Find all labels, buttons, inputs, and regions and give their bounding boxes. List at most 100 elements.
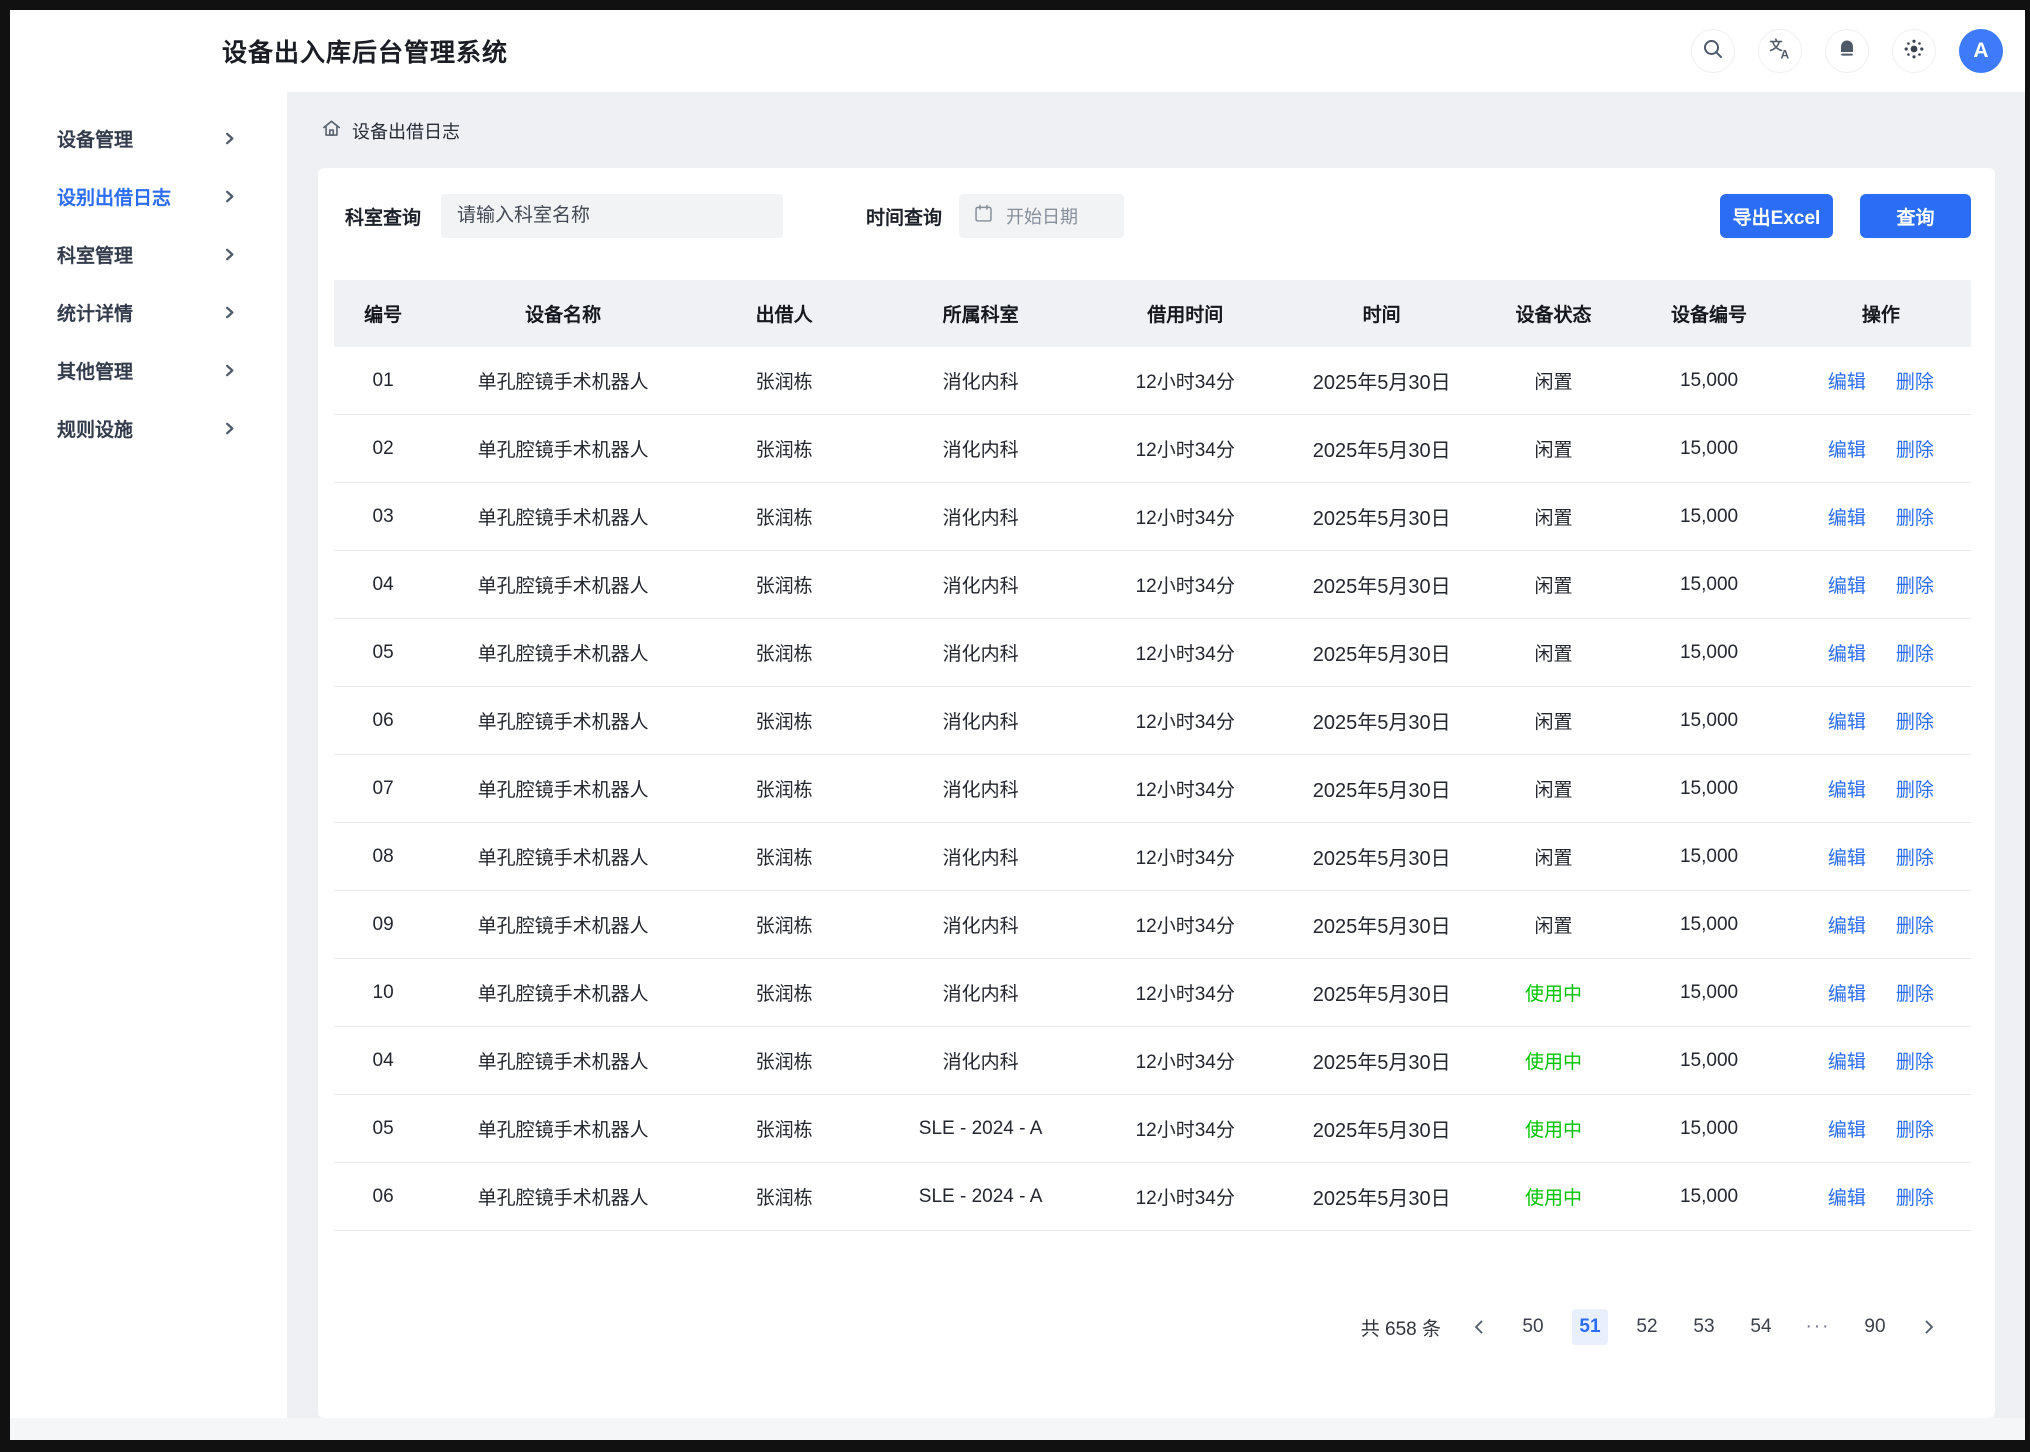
cell-actions: 编辑 删除 <box>1791 571 1971 598</box>
app-title: 设备出入库后台管理系统 <box>222 33 508 69</box>
edit-link[interactable]: 编辑 <box>1828 775 1866 802</box>
table-row: 06 单孔腔镜手术机器人 张润栋 SLE - 2024 - A 12小时34分 … <box>334 1163 1971 1231</box>
filter-row: 科室查询 时间查询 开始日期 <box>345 194 1971 238</box>
notifications-button[interactable] <box>1825 29 1869 73</box>
cell-department: 消化内科 <box>874 775 1087 802</box>
query-button[interactable]: 查询 <box>1860 194 1971 238</box>
cell-device-code: 15,000 <box>1627 506 1791 528</box>
cell-borrower: 张润栋 <box>694 503 874 530</box>
sidebar-item-4[interactable]: 其他管理 <box>10 348 287 392</box>
header: 设备出入库后台管理系统 文A <box>10 10 2025 92</box>
column-header: 时间 <box>1283 300 1479 327</box>
page-button-53[interactable]: 53 <box>1686 1309 1722 1345</box>
delete-link[interactable]: 删除 <box>1896 979 1934 1006</box>
column-header: 设备名称 <box>432 300 694 327</box>
svg-text:A: A <box>1781 47 1790 61</box>
edit-link[interactable]: 编辑 <box>1828 911 1866 938</box>
cell-duration: 12小时34分 <box>1087 843 1283 870</box>
edit-link[interactable]: 编辑 <box>1828 503 1866 530</box>
page-button-52[interactable]: 52 <box>1629 1309 1665 1345</box>
cell-borrower: 张润栋 <box>694 707 874 734</box>
cell-device-code: 15,000 <box>1627 1118 1791 1140</box>
page-button-50[interactable]: 50 <box>1515 1309 1551 1345</box>
home-icon[interactable] <box>320 117 343 145</box>
edit-link[interactable]: 编辑 <box>1828 1047 1866 1074</box>
cell-department: 消化内科 <box>874 979 1087 1006</box>
sidebar-item-2[interactable]: 科室管理 <box>10 232 287 276</box>
user-avatar[interactable]: A <box>1959 29 2003 73</box>
delete-link[interactable]: 删除 <box>1896 707 1934 734</box>
edit-link[interactable]: 编辑 <box>1828 707 1866 734</box>
sidebar-item-label: 统计详情 <box>57 299 133 326</box>
column-header: 设备编号 <box>1627 300 1791 327</box>
edit-link[interactable]: 编辑 <box>1828 1183 1866 1210</box>
cell-duration: 12小时34分 <box>1087 435 1283 462</box>
delete-link[interactable]: 删除 <box>1896 1115 1934 1142</box>
cell-department: 消化内科 <box>874 639 1087 666</box>
cell-status: 闲置 <box>1480 843 1627 870</box>
delete-link[interactable]: 删除 <box>1896 775 1934 802</box>
cell-borrower: 张润栋 <box>694 911 874 938</box>
edit-link[interactable]: 编辑 <box>1828 843 1866 870</box>
sidebar-item-label: 设别出借日志 <box>57 183 171 210</box>
delete-link[interactable]: 删除 <box>1896 1183 1934 1210</box>
calendar-icon <box>973 203 994 229</box>
table-row: 06 单孔腔镜手术机器人 张润栋 消化内科 12小时34分 2025年5月30日… <box>334 687 1971 755</box>
dept-search-input[interactable] <box>441 194 783 238</box>
breadcrumb-label: 设备出借日志 <box>352 118 460 144</box>
next-page-button[interactable] <box>1914 1309 1944 1345</box>
chevron-right-icon <box>222 421 237 436</box>
cell-status: 闲置 <box>1480 639 1627 666</box>
start-date-picker[interactable]: 开始日期 <box>959 194 1124 238</box>
cell-device-name: 单孔腔镜手术机器人 <box>432 435 694 462</box>
sidebar-item-0[interactable]: 设备管理 <box>10 116 287 160</box>
column-header: 设备状态 <box>1480 300 1627 327</box>
cell-actions: 编辑 删除 <box>1791 911 1971 938</box>
sidebar-item-3[interactable]: 统计详情 <box>10 290 287 334</box>
delete-link[interactable]: 删除 <box>1896 503 1934 530</box>
edit-link[interactable]: 编辑 <box>1828 435 1866 462</box>
delete-link[interactable]: 删除 <box>1896 571 1934 598</box>
chevron-right-icon <box>222 363 237 378</box>
page-button-54[interactable]: 54 <box>1743 1309 1779 1345</box>
cell-status: 使用中 <box>1480 979 1627 1006</box>
table-row: 02 单孔腔镜手术机器人 张润栋 消化内科 12小时34分 2025年5月30日… <box>334 415 1971 483</box>
edit-link[interactable]: 编辑 <box>1828 571 1866 598</box>
prev-page-button[interactable] <box>1464 1309 1494 1345</box>
cell-device-name: 单孔腔镜手术机器人 <box>432 775 694 802</box>
cell-device-code: 15,000 <box>1627 438 1791 460</box>
footer-strip <box>10 1418 2025 1440</box>
export-excel-button[interactable]: 导出Excel <box>1720 194 1833 238</box>
cell-date: 2025年5月30日 <box>1283 706 1479 735</box>
page-button-51[interactable]: 51 <box>1572 1309 1608 1345</box>
cell-borrower: 张润栋 <box>694 1183 874 1210</box>
column-header: 出借人 <box>694 300 874 327</box>
delete-link[interactable]: 删除 <box>1896 911 1934 938</box>
edit-link[interactable]: 编辑 <box>1828 1115 1866 1142</box>
theme-toggle-button[interactable] <box>1892 29 1936 73</box>
edit-link[interactable]: 编辑 <box>1828 367 1866 394</box>
header-actions: 文A <box>1691 29 2003 73</box>
cell-duration: 12小时34分 <box>1087 503 1283 530</box>
sidebar-item-1[interactable]: 设别出借日志 <box>10 174 287 218</box>
content-card: 科室查询 时间查询 开始日期 <box>318 168 1995 1418</box>
cell-duration: 12小时34分 <box>1087 639 1283 666</box>
search-button[interactable] <box>1691 29 1735 73</box>
theme-sun-icon <box>1902 37 1926 66</box>
delete-link[interactable]: 删除 <box>1896 843 1934 870</box>
cell-device-code: 15,000 <box>1627 982 1791 1004</box>
cell-device-code: 15,000 <box>1627 1050 1791 1072</box>
edit-link[interactable]: 编辑 <box>1828 639 1866 666</box>
cell-actions: 编辑 删除 <box>1791 1115 1971 1142</box>
edit-link[interactable]: 编辑 <box>1828 979 1866 1006</box>
delete-link[interactable]: 删除 <box>1896 1047 1934 1074</box>
cell-department: 消化内科 <box>874 843 1087 870</box>
language-button[interactable]: 文A <box>1758 29 1802 73</box>
sidebar-item-5[interactable]: 规则设施 <box>10 406 287 450</box>
delete-link[interactable]: 删除 <box>1896 367 1934 394</box>
delete-link[interactable]: 删除 <box>1896 435 1934 462</box>
page-button-90[interactable]: 90 <box>1857 1309 1893 1345</box>
cell-status: 闲置 <box>1480 503 1627 530</box>
pagination-total: 共 658 条 <box>1361 1314 1441 1341</box>
delete-link[interactable]: 删除 <box>1896 639 1934 666</box>
